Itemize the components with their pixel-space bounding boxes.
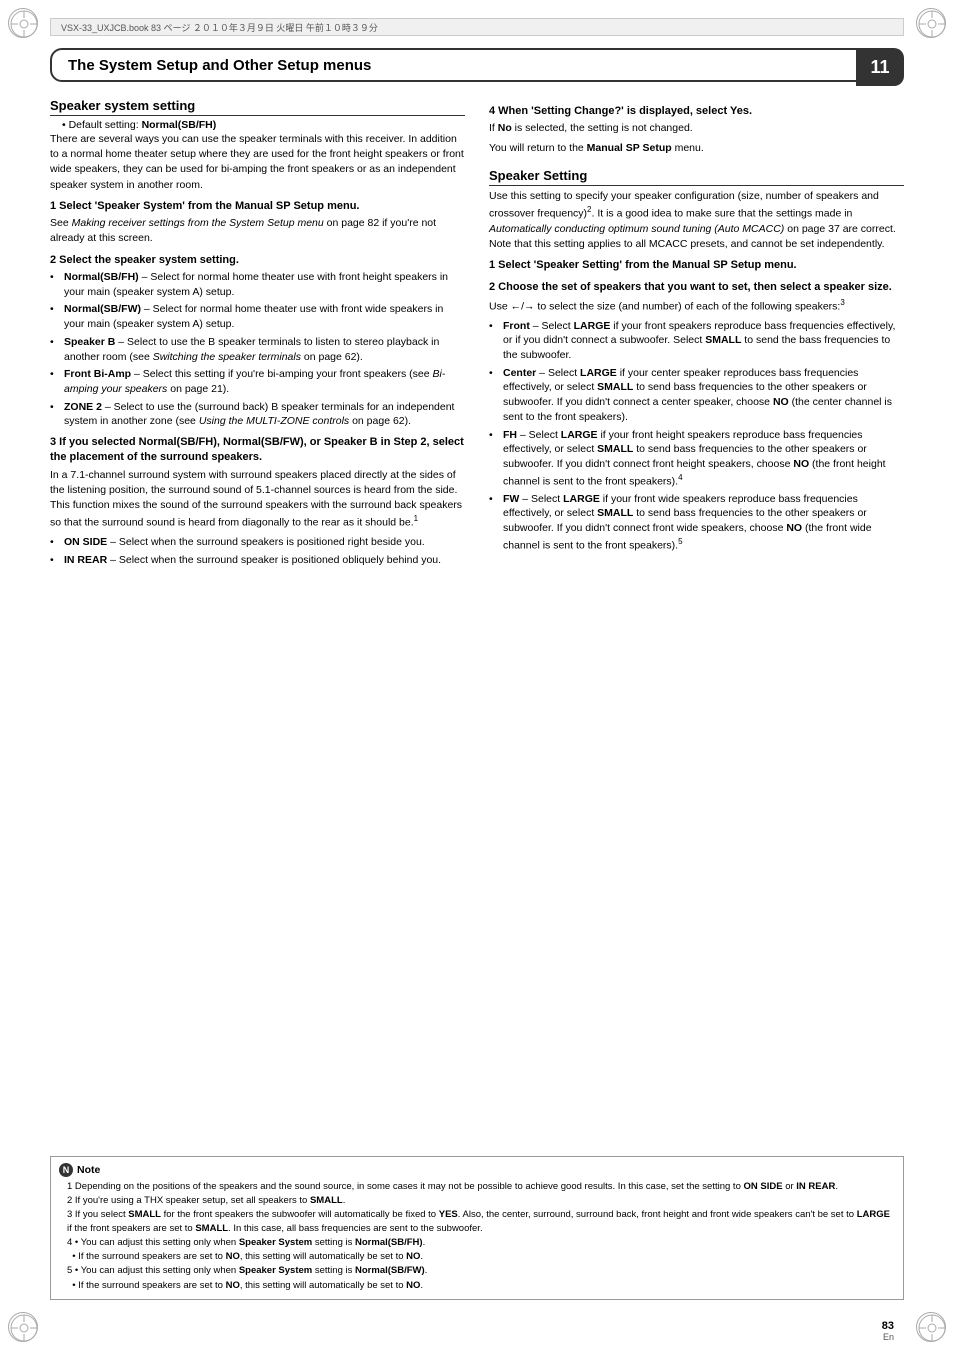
intro-text: There are several ways you can use the s… xyxy=(50,132,465,193)
bullet-front: • Front – Select LARGE if your front spe… xyxy=(489,319,904,363)
section-speaker-setting: Speaker Setting Use this setting to spec… xyxy=(489,168,904,556)
section-speaker-system-title: Speaker system setting xyxy=(50,98,465,116)
corner-decoration-tl xyxy=(8,8,38,38)
bullet-normal-sb-fh: • Normal(SB/FH) – Select for normal home… xyxy=(50,270,465,299)
step1-heading: 1 Select 'Speaker System' from the Manua… xyxy=(50,199,465,214)
page-number: 83 xyxy=(882,1320,894,1332)
section-speaker-system: Speaker system setting • Default setting… xyxy=(50,98,465,571)
default-setting-bullet: • Default setting: Normal(SB/FH) xyxy=(62,119,465,131)
speaker-setting-step2-heading: 2 Choose the set of speakers that you wa… xyxy=(489,280,904,295)
note-icon: N xyxy=(59,1163,73,1177)
bullet-on-side: • ON SIDE – Select when the surround spe… xyxy=(50,535,465,550)
bullet-speaker-b: • Speaker B – Select to use the B speake… xyxy=(50,335,465,364)
note-item-5b: • If the surround speakers are set to NO… xyxy=(59,1279,895,1292)
step3-heading: 3 If you selected Normal(SB/FH), Normal(… xyxy=(50,435,465,466)
step4-block: 4 When 'Setting Change?' is displayed, s… xyxy=(489,98,904,160)
content-area: Speaker system setting • Default setting… xyxy=(50,98,904,1310)
page-lang: En xyxy=(883,1332,894,1342)
speaker-setting-intro: Use this setting to specify your speaker… xyxy=(489,189,904,252)
corner-decoration-bl xyxy=(8,1312,38,1342)
bullet-normal-sb-fw: • Normal(SB/FW) – Select for normal home… xyxy=(50,302,465,331)
corner-decoration-tr xyxy=(916,8,946,38)
note-item-5a: 5 • You can adjust this setting only whe… xyxy=(59,1264,895,1277)
note-header: N Note xyxy=(59,1163,895,1177)
title-strip: The System Setup and Other Setup menus 1… xyxy=(50,48,904,82)
step4-heading: 4 When 'Setting Change?' is displayed, s… xyxy=(489,104,904,119)
bullet-zone-2: • ZONE 2 – Select to use the (surround b… xyxy=(50,400,465,429)
step4-text1: If No is selected, the setting is not ch… xyxy=(489,121,904,136)
right-column: 4 When 'Setting Change?' is displayed, s… xyxy=(489,98,904,1310)
note-section: N Note 1 Depending on the positions of t… xyxy=(50,1156,904,1300)
step2-arrows-text: Use ←/→ to select the size (and number) … xyxy=(489,297,904,315)
bullet-in-rear: • IN REAR – Select when the surround spe… xyxy=(50,553,465,568)
chapter-badge: 11 xyxy=(856,48,904,86)
page-title: The System Setup and Other Setup menus xyxy=(68,57,371,74)
note-item-2: 2 If you're using a THX speaker setup, s… xyxy=(59,1194,895,1207)
step4-text2: You will return to the Manual SP Setup m… xyxy=(489,141,904,156)
note-item-4a: 4 • You can adjust this setting only whe… xyxy=(59,1236,895,1249)
step1-text: See Making receiver settings from the Sy… xyxy=(50,216,465,246)
corner-decoration-br xyxy=(916,1312,946,1342)
step3-text: In a 7.1-channel surround system with su… xyxy=(50,468,465,531)
bullet-fw: • FW – Select LARGE if your front wide s… xyxy=(489,492,904,553)
left-column: Speaker system setting • Default setting… xyxy=(50,98,465,1310)
note-item-3: 3 If you select SMALL for the front spea… xyxy=(59,1208,895,1235)
header-bar: VSX-33_UXJCB.book 83 ページ ２０１０年３月９日 火曜日 午… xyxy=(50,18,904,36)
note-item-4b: • If the surround speakers are set to NO… xyxy=(59,1250,895,1263)
speaker-setting-step1-heading: 1 Select 'Speaker Setting' from the Manu… xyxy=(489,258,904,273)
section-speaker-setting-title: Speaker Setting xyxy=(489,168,904,186)
note-label: Note xyxy=(77,1164,100,1176)
header-text: VSX-33_UXJCB.book 83 ページ ２０１０年３月９日 火曜日 午… xyxy=(61,21,378,34)
note-item-1: 1 Depending on the positions of the spea… xyxy=(59,1180,895,1193)
step2-heading: 2 Select the speaker system setting. xyxy=(50,253,465,268)
bullet-fh: • FH – Select LARGE if your front height… xyxy=(489,428,904,489)
bullet-center: • Center – Select LARGE if your center s… xyxy=(489,366,904,425)
bullet-front-bi-amp: • Front Bi-Amp – Select this setting if … xyxy=(50,367,465,396)
